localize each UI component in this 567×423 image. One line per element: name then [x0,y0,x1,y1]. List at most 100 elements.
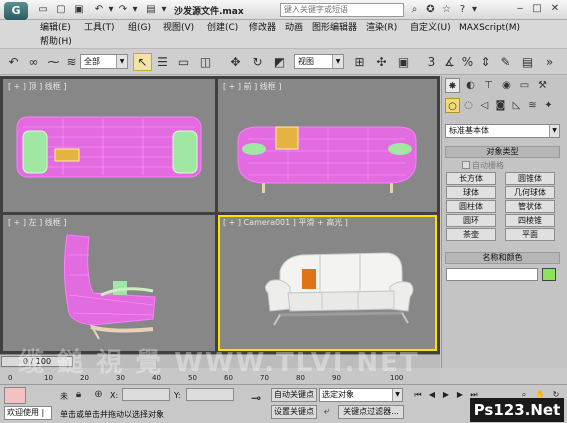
geosphere-button[interactable]: 几何球体 [505,186,555,199]
menu-customize[interactable]: 自定义(U) [410,22,451,34]
name-color-rollout-header[interactable]: 名称和颜色 [445,252,560,264]
menu-create[interactable]: 创建(C) [207,22,238,34]
redo-dropdown-icon[interactable]: ▾ [128,3,142,16]
spinner-snap-icon[interactable]: ⇕ [476,53,495,71]
cone-button[interactable]: 圆锥体 [505,172,555,185]
play-icon[interactable]: ▶ [440,389,452,401]
torus-button[interactable]: 圆环 [446,214,496,227]
lights-category-icon[interactable]: ◁ [477,98,492,113]
unlink-icon[interactable]: ⁓ [44,53,63,71]
viewport-top[interactable]: [ + ] 顶 ] 线框 ] [3,79,215,212]
previous-frame-icon[interactable]: ◀ [426,389,438,401]
cylinder-button[interactable]: 圆柱体 [446,200,496,213]
create-selection-set-icon[interactable]: ▤ [518,53,537,71]
geometry-category-icon[interactable]: ○ [445,98,460,113]
x-coord-field[interactable] [122,388,170,401]
select-move-icon[interactable]: ✥ [226,53,245,71]
angle-snap-icon[interactable]: ∡ [440,53,459,71]
select-object-icon[interactable]: ↖ [133,53,152,71]
select-by-name-icon[interactable]: ☰ [153,53,172,71]
keyboard-shortcut-icon[interactable]: ▣ [394,53,413,71]
communication-icon[interactable]: ☆ [440,3,453,16]
menu-edit[interactable]: 编辑(E) [40,22,71,34]
percent-snap-icon[interactable]: % [458,53,477,71]
quick-access-dropdown-icon[interactable]: ▾ [157,3,171,16]
plane-button[interactable]: 平面 [505,228,555,241]
viewport-camera-label[interactable]: [ + ] Camera001 ] 平滑 + 高光 ] [223,217,348,228]
search-input[interactable]: 键入关键字或短语 [280,3,404,17]
sphere-button[interactable]: 球体 [446,186,496,199]
rectangular-selection-icon[interactable]: ▭ [174,53,193,71]
create-tab-icon[interactable]: ✸ [445,78,460,93]
viewport-left-label[interactable]: [ + ] 左 ] 线框 ] [8,217,66,228]
selection-filter-select[interactable]: 全部 ▼ [80,54,128,69]
geometry-type-select[interactable]: 标准基本体 ▼ [445,124,560,138]
minimize-button[interactable]: ‒ [513,3,527,16]
utilities-tab-icon[interactable]: ⚒ [535,78,550,93]
set-key-button[interactable]: 设置关键点 [271,405,317,419]
subscription-icon[interactable]: ✪ [424,3,437,16]
tube-button[interactable]: 管状体 [505,200,555,213]
motion-tab-icon[interactable]: ◉ [499,78,514,93]
menu-help[interactable]: 帮助(H) [40,36,72,48]
menu-graph-editors[interactable]: 图形编辑器 [312,22,357,34]
modify-tab-icon[interactable]: ◐ [463,78,478,93]
toolbar-more-icon[interactable]: » [540,53,559,71]
autogrid-checkbox[interactable]: 自动栅格 [462,160,504,171]
open-file-icon[interactable]: ▢ [54,3,68,16]
menu-animation[interactable]: 动画 [285,22,303,34]
project-folder-icon[interactable]: ▤ [144,3,158,16]
teapot-button[interactable]: 茶壶 [446,228,496,241]
absolute-mode-icon[interactable]: ⊕ [92,388,105,401]
shapes-category-icon[interactable]: ◌ [461,98,476,113]
select-rotate-icon[interactable]: ↻ [248,53,267,71]
menu-group[interactable]: 组(G) [128,22,151,34]
new-file-icon[interactable]: ▭ [36,3,50,16]
object-type-rollout-header[interactable]: 对象类型 [445,146,560,158]
helpers-category-icon[interactable]: ◺ [509,98,524,113]
pivot-center-icon[interactable]: ⊞ [350,53,369,71]
viewport-left[interactable]: [ + ] 左 ] 线框 ] [3,215,215,351]
select-scale-icon[interactable]: ◩ [270,53,289,71]
edit-named-selection-icon[interactable]: ✎ [496,53,515,71]
reference-coordinate-select[interactable]: 视图 ▼ [294,54,344,69]
object-color-swatch[interactable] [542,268,556,281]
app-logo[interactable]: G [4,2,28,20]
menu-tools[interactable]: 工具(T) [84,22,115,34]
menu-modifiers[interactable]: 修改器 [249,22,276,34]
window-crossing-icon[interactable]: ◫ [196,53,215,71]
display-tab-icon[interactable]: ▭ [517,78,532,93]
maximize-button[interactable]: □ [530,3,544,16]
y-coord-field[interactable] [186,388,234,401]
menu-views[interactable]: 视图(V) [163,22,194,34]
welcome-field[interactable]: 欢迎使用 | [4,406,52,420]
key-filter-icon[interactable]: ⤶ [320,405,333,418]
help-dropdown-icon[interactable]: ▾ [468,3,481,16]
pyramid-button[interactable]: 四棱锥 [505,214,555,227]
select-manipulate-icon[interactable]: ✣ [372,53,391,71]
key-icon[interactable]: ⊸ [245,391,267,405]
space-warps-category-icon[interactable]: ≋ [525,98,540,113]
viewport-top-label[interactable]: [ + ] 顶 ] 线框 ] [8,81,66,92]
next-frame-icon[interactable]: ▶ [454,389,466,401]
auto-key-button[interactable]: 自动关键点 [271,388,317,402]
selection-lock-icon[interactable]: 🔒︎ [72,388,85,401]
hierarchy-tab-icon[interactable]: ⊤ [481,78,496,93]
viewport-front-label[interactable]: [ + ] 前 ] 线框 ] [223,81,281,92]
menu-maxscript[interactable]: MAXScript(M) [459,22,520,34]
object-name-input[interactable] [446,268,538,281]
goto-start-icon[interactable]: ⏮ [412,389,424,401]
systems-category-icon[interactable]: ✦ [541,98,556,113]
box-button[interactable]: 长方体 [446,172,496,185]
key-filters-button[interactable]: 关键点过滤器... [338,405,404,419]
snaps-toggle-icon[interactable]: 3 [422,53,441,71]
link-icon[interactable]: ∞ [24,53,43,71]
undo-toolbar-icon[interactable]: ↶ [4,53,23,71]
search-icon[interactable]: ⌕ [408,3,421,16]
menu-rendering[interactable]: 渲染(R) [366,22,397,34]
save-file-icon[interactable]: ▣ [72,3,86,16]
close-button[interactable]: ✕ [548,3,562,16]
bind-space-warp-icon[interactable]: ≋ [62,53,81,71]
maxscript-listener[interactable] [4,387,26,404]
key-target-select[interactable]: 选定对象 ▼ [319,388,403,402]
